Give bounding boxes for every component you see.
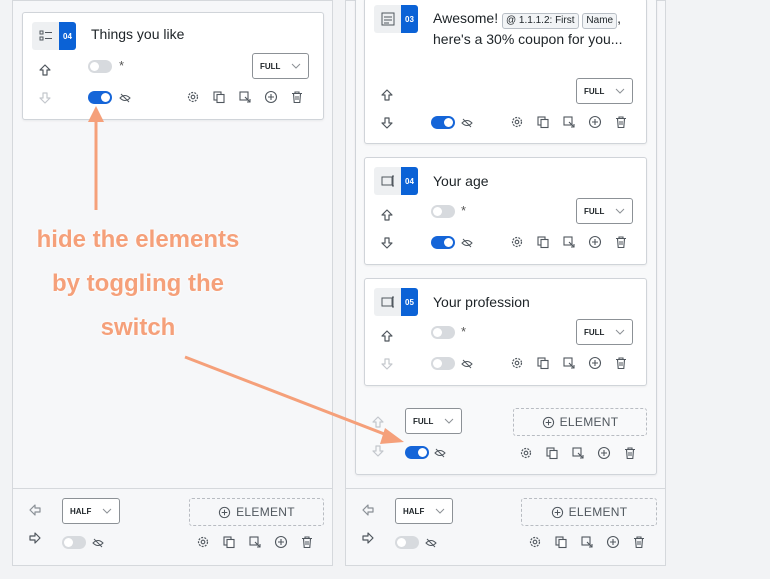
annotation-text: hide the elements by toggling the switch	[10, 218, 266, 350]
annotation-line-3: switch	[100, 314, 176, 341]
annotation-line-1: hide the elements	[36, 226, 240, 253]
annotation-line-2: by toggling the	[52, 270, 224, 297]
